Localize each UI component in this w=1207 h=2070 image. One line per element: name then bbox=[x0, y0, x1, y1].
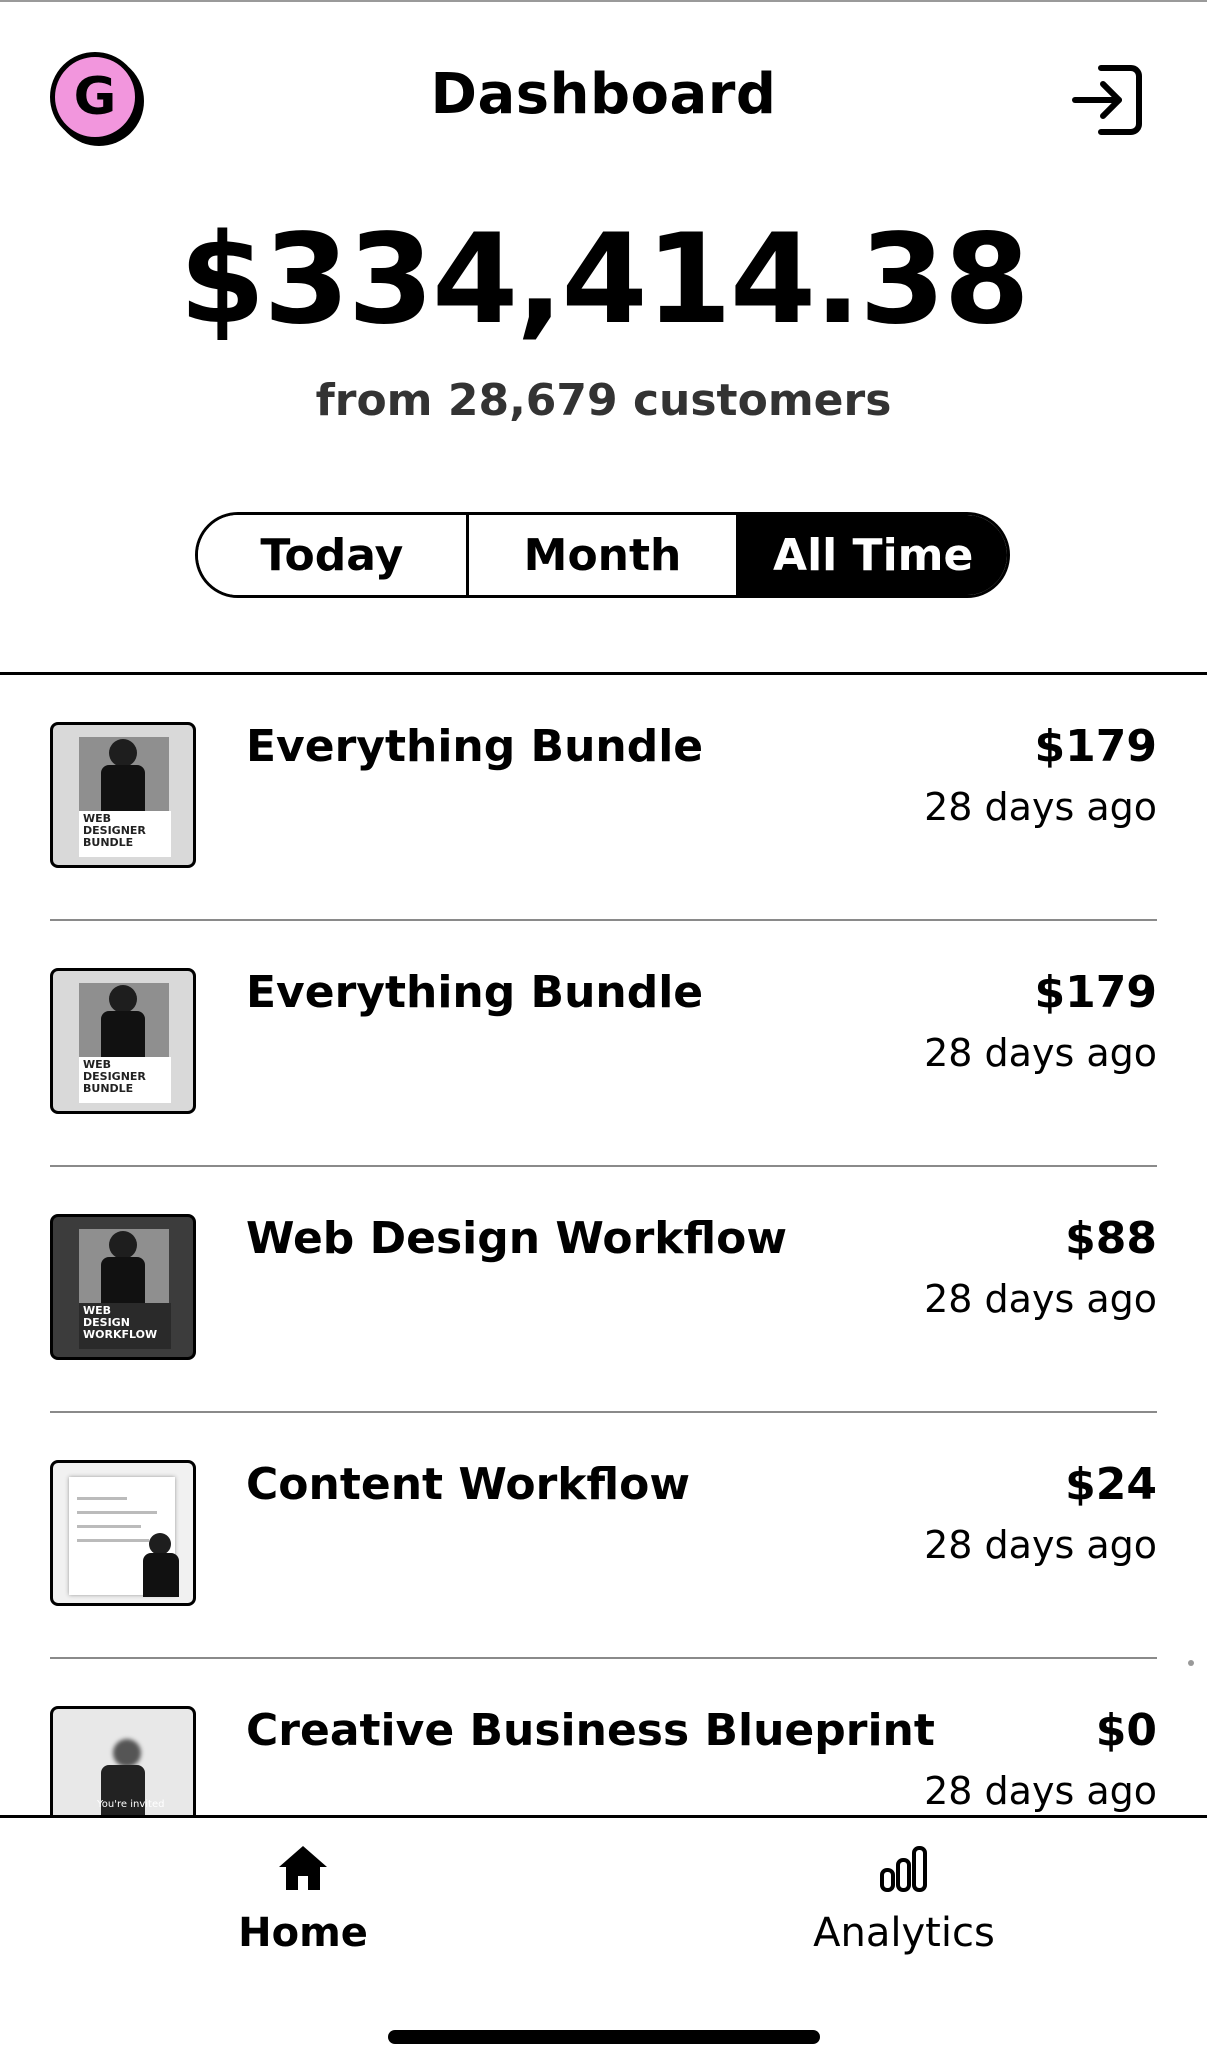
product-thumbnail: WEB DESIGNER BUNDLE bbox=[50, 722, 196, 868]
tab-bar-divider bbox=[0, 1815, 1207, 1818]
product-name: Everything Bundle bbox=[246, 721, 704, 772]
tab-today[interactable]: Today bbox=[198, 515, 469, 595]
tab-analytics[interactable]: Analytics bbox=[754, 1840, 1054, 1956]
sale-time: 28 days ago bbox=[924, 1031, 1157, 1075]
top-border bbox=[0, 0, 1207, 2]
tab-home-label: Home bbox=[238, 1910, 368, 1956]
thumbnail-text: WEB DESIGN WORKFLOW bbox=[83, 1304, 158, 1341]
sales-list[interactable]: WEB DESIGNER BUNDLE Everything Bundle $1… bbox=[0, 675, 1207, 1815]
product-name: Web Design Workflow bbox=[246, 1213, 788, 1264]
home-icon bbox=[279, 1846, 327, 1890]
product-thumbnail: WEB DESIGNER BUNDLE bbox=[50, 968, 196, 1114]
total-revenue: $334,414.38 bbox=[179, 208, 1030, 352]
product-name: Everything Bundle bbox=[246, 967, 704, 1018]
product-thumbnail: WEB DESIGN WORKFLOW bbox=[50, 1214, 196, 1360]
sale-price: $179 bbox=[1034, 967, 1157, 1018]
tab-all-time[interactable]: All Time bbox=[739, 515, 1007, 595]
bar-chart-icon bbox=[880, 1846, 927, 1892]
sale-price: $179 bbox=[1034, 721, 1157, 772]
time-range-segmented-control: Today Month All Time bbox=[195, 512, 1010, 598]
scroll-indicator bbox=[1188, 1660, 1194, 1666]
product-name: Content Workflow bbox=[246, 1459, 691, 1510]
sale-price: $24 bbox=[1065, 1459, 1157, 1510]
product-thumbnail bbox=[50, 1460, 196, 1606]
tab-home[interactable]: Home bbox=[153, 1840, 453, 1956]
sale-row[interactable]: WEB DESIGNER BUNDLE Everything Bundle $1… bbox=[0, 675, 1207, 921]
customer-count: from 28,679 customers bbox=[315, 375, 892, 426]
product-name: Creative Business Blueprint bbox=[246, 1705, 935, 1756]
sale-row[interactable]: WEB DESIGN WORKFLOW Web Design Workflow … bbox=[0, 1167, 1207, 1413]
sale-time: 28 days ago bbox=[924, 1523, 1157, 1567]
sale-row[interactable]: WEB DESIGNER BUNDLE Everything Bundle $1… bbox=[0, 921, 1207, 1167]
sale-time: 28 days ago bbox=[924, 1769, 1157, 1813]
sale-row[interactable]: Content Workflow $24 28 days ago bbox=[0, 1413, 1207, 1659]
sale-row[interactable]: You're invited Creative Business Bluepri… bbox=[0, 1659, 1207, 1815]
sale-price: $88 bbox=[1065, 1213, 1157, 1264]
sale-time: 28 days ago bbox=[924, 1277, 1157, 1321]
sale-time: 28 days ago bbox=[924, 785, 1157, 829]
thumbnail-text: You're invited bbox=[97, 1799, 165, 1810]
tab-month[interactable]: Month bbox=[468, 515, 740, 595]
page-title: Dashboard bbox=[430, 62, 777, 127]
sale-price: $0 bbox=[1095, 1705, 1157, 1756]
home-indicator[interactable] bbox=[388, 2030, 820, 2044]
product-thumbnail: You're invited bbox=[50, 1706, 196, 1815]
logout-icon[interactable] bbox=[1065, 58, 1149, 142]
tab-analytics-label: Analytics bbox=[813, 1910, 995, 1956]
thumbnail-text: WEB DESIGNER BUNDLE bbox=[83, 812, 146, 849]
thumbnail-text: WEB DESIGNER BUNDLE bbox=[83, 1058, 146, 1095]
